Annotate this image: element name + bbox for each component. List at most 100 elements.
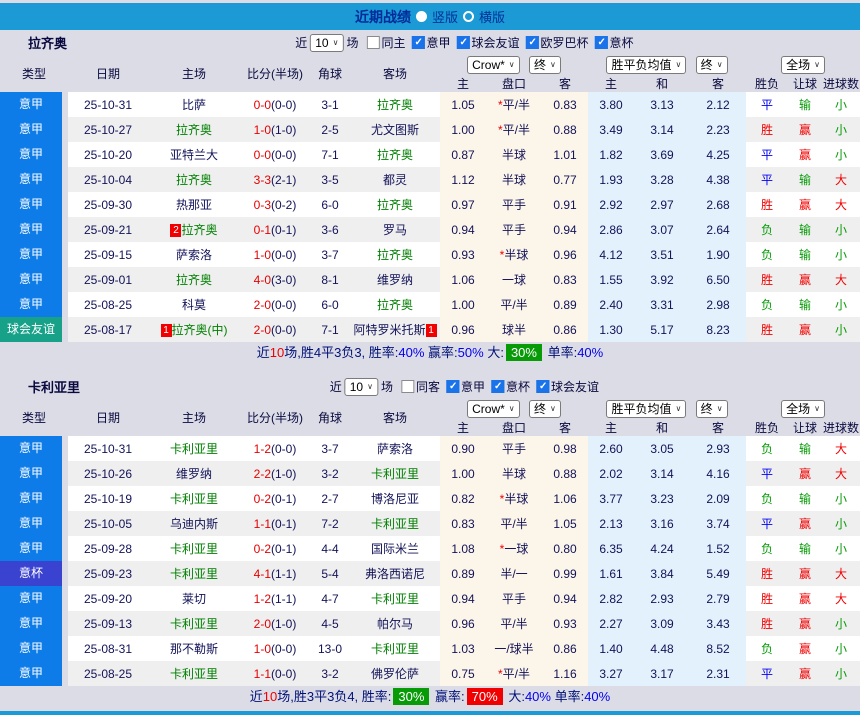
- league-label: 球会友谊: [0, 317, 62, 342]
- horizontal-layout-radio[interactable]: [463, 11, 474, 22]
- result-handicap: 输: [788, 167, 822, 192]
- competition-checkbox[interactable]: [536, 380, 549, 393]
- team-link[interactable]: 热那亚: [176, 198, 212, 212]
- team-link[interactable]: 科莫: [182, 298, 206, 312]
- team-link[interactable]: 卡利亚里: [170, 667, 218, 681]
- team-link[interactable]: 拉齐奥: [377, 148, 413, 162]
- odds-final-select[interactable]: 终∨: [529, 56, 561, 74]
- result-handicap: 赢: [788, 192, 822, 217]
- home-team: 1拉齐奥(中): [148, 317, 240, 342]
- page-title: 近期战绩: [355, 7, 411, 27]
- team-link[interactable]: 卡利亚里: [170, 542, 218, 556]
- home-team: 热那亚: [148, 192, 240, 217]
- corners: 7-1: [310, 142, 350, 167]
- match-row: 意甲25-09-01拉齐奥4-0(3-0)8-1维罗纳1.06一球0.831.5…: [0, 267, 860, 292]
- league-badge: 意甲: [0, 661, 68, 686]
- competition-checkbox[interactable]: [446, 380, 459, 393]
- team-link[interactable]: 卡利亚里: [170, 567, 218, 581]
- team-link[interactable]: 罗马: [383, 223, 407, 237]
- fulltime-score: 1-1: [254, 667, 271, 681]
- halftime-score: (1-0): [271, 123, 296, 137]
- vertical-layout-radio[interactable]: [416, 11, 427, 22]
- summary-part: 单率:: [551, 689, 584, 704]
- team-link[interactable]: 拉齐奥: [176, 173, 212, 187]
- summary-line: 近10场,胜3平3负4, 胜率:30% 赢率:70% 大:40% 单率:40%: [0, 686, 860, 710]
- handicap-odds-home: 1.00: [440, 292, 486, 317]
- team-link[interactable]: 维罗纳: [377, 273, 413, 287]
- team-link[interactable]: 尤文图斯: [371, 123, 419, 137]
- team-link[interactable]: 萨索洛: [176, 248, 212, 262]
- team-link[interactable]: 拉齐奥: [377, 298, 413, 312]
- handicap-odds-away: 0.80: [542, 536, 588, 561]
- team-link[interactable]: 那不勒斯: [170, 642, 218, 656]
- result-goals: 小: [822, 92, 860, 117]
- team-link[interactable]: 卡利亚里: [170, 617, 218, 631]
- home-team: 乌迪内斯: [148, 511, 240, 536]
- bookmaker-select[interactable]: Crow*∨: [467, 56, 520, 74]
- odds-final-select[interactable]: 终∨: [529, 400, 561, 418]
- fulltime-select[interactable]: 全场∨: [781, 400, 825, 418]
- team-link[interactable]: 都灵: [383, 173, 407, 187]
- match-row: 意甲25-10-31比萨0-0(0-0)3-1拉齐奥1.05*平/半0.833.…: [0, 92, 860, 117]
- fulltime-select[interactable]: 全场∨: [781, 56, 825, 74]
- competition-checkbox[interactable]: [457, 36, 470, 49]
- summary-part: 赢率:: [424, 345, 457, 360]
- team-link[interactable]: 弗洛西诺尼: [365, 567, 425, 581]
- team-link[interactable]: 比萨: [182, 98, 206, 112]
- team-link[interactable]: 亚特兰大: [170, 148, 218, 162]
- team-link[interactable]: 卡利亚里: [371, 517, 419, 531]
- match-row: 意甲25-10-04拉齐奥3-3(2-1)3-5都灵1.12半球0.771.93…: [0, 167, 860, 192]
- result-goals: 小: [822, 636, 860, 661]
- wdl-average-select[interactable]: 胜平负均值∨: [606, 56, 686, 74]
- handicap-odds-home: 0.96: [440, 611, 486, 636]
- wdl-average-select[interactable]: 胜平负均值∨: [606, 400, 686, 418]
- halftime-score: (0-1): [271, 542, 296, 556]
- team-link[interactable]: 拉齐奥: [377, 98, 413, 112]
- score: 2-0(1-0): [240, 611, 310, 636]
- competition-checkbox[interactable]: [491, 380, 504, 393]
- wdl-final-select[interactable]: 终∨: [696, 56, 728, 74]
- competition-checkbox[interactable]: [411, 36, 424, 49]
- team-link[interactable]: 博洛尼亚: [371, 492, 419, 506]
- fulltime-score: 0-2: [254, 542, 271, 556]
- team-link[interactable]: 萨索洛: [377, 442, 413, 456]
- same-venue-checkbox[interactable]: [366, 36, 379, 49]
- team-link[interactable]: 拉齐奥: [176, 123, 212, 137]
- score: 0-3(0-2): [240, 192, 310, 217]
- team-link[interactable]: 帕尔马: [377, 617, 413, 631]
- competition-checkbox[interactable]: [526, 36, 539, 49]
- team-link[interactable]: 卡利亚里: [371, 592, 419, 606]
- away-team: 佛罗伦萨: [350, 661, 440, 686]
- team-link[interactable]: 维罗纳: [176, 467, 212, 481]
- team-link[interactable]: 拉齐奥: [181, 223, 217, 237]
- team-link[interactable]: 佛罗伦萨: [371, 667, 419, 681]
- bookmaker-select[interactable]: Crow*∨: [467, 400, 520, 418]
- team-link[interactable]: 拉齐奥: [377, 248, 413, 262]
- score: 1-0(1-0): [240, 117, 310, 142]
- team-link[interactable]: 卡利亚里: [371, 467, 419, 481]
- result-wdl: 胜: [746, 586, 788, 611]
- team-link[interactable]: 卡利亚里: [371, 642, 419, 656]
- team-link[interactable]: 国际米兰: [371, 542, 419, 556]
- halftime-score: (1-0): [271, 617, 296, 631]
- col-header-corner: 角球: [310, 399, 350, 436]
- chevron-down-icon: ∨: [717, 57, 723, 73]
- team-link[interactable]: 拉齐奥: [377, 198, 413, 212]
- team-link[interactable]: 拉齐奥: [176, 273, 212, 287]
- wdl-final-select[interactable]: 终∨: [696, 400, 728, 418]
- team-link[interactable]: 乌迪内斯: [170, 517, 218, 531]
- chevron-down-icon: ∨: [814, 57, 820, 73]
- team-link[interactable]: 卡利亚里: [170, 442, 218, 456]
- match-row: 意甲25-10-27拉齐奥1-0(1-0)2-5尤文图斯1.00*平/半0.88…: [0, 117, 860, 142]
- handicap-odds-away: 0.86: [542, 317, 588, 342]
- team-link[interactable]: 阿特罗米托斯: [353, 323, 425, 337]
- result-goals: 小: [822, 242, 860, 267]
- score: 2-2(1-0): [240, 461, 310, 486]
- recent-count-select[interactable]: 10∨: [310, 34, 343, 52]
- competition-checkbox[interactable]: [595, 36, 608, 49]
- team-link[interactable]: 莱切: [182, 592, 206, 606]
- recent-count-select[interactable]: 10∨: [345, 378, 378, 396]
- same-venue-checkbox[interactable]: [401, 380, 414, 393]
- team-link[interactable]: 卡利亚里: [170, 492, 218, 506]
- team-link[interactable]: 拉齐奥(中): [172, 323, 228, 337]
